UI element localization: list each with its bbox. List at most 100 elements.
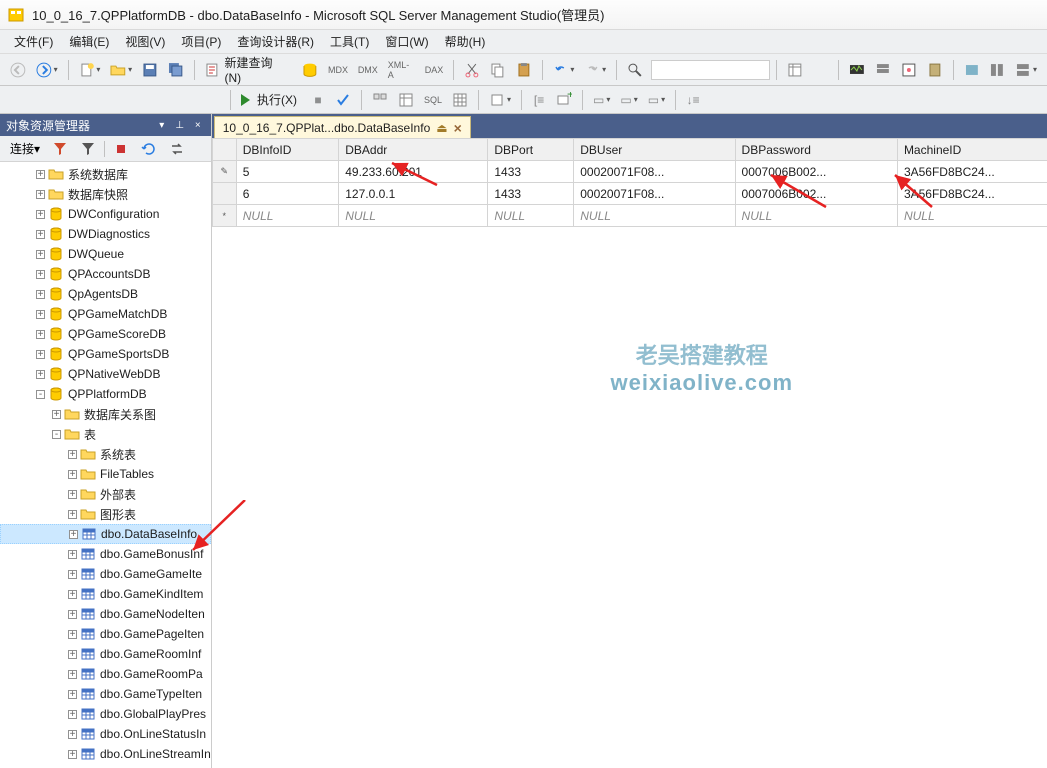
tree-expander-icon[interactable]: + xyxy=(36,250,45,259)
menu-project[interactable]: 项目(P) xyxy=(173,31,229,52)
table-row[interactable]: 6127.0.0.1143300020071F08...0007006B002.… xyxy=(212,183,1047,205)
column-header[interactable]: DBInfoID xyxy=(236,139,338,161)
tree-node[interactable]: +DWDiagnostics xyxy=(0,224,211,244)
parse-button[interactable]: ■ xyxy=(307,89,329,111)
group-by-button[interactable]: [≡ xyxy=(528,89,550,111)
tree-expander-icon[interactable]: + xyxy=(68,690,77,699)
redo-button[interactable]: ▾ xyxy=(580,59,610,81)
stop-icon[interactable] xyxy=(109,139,133,159)
tree-node[interactable]: +dbo.OnLineStreamIn xyxy=(0,744,211,764)
tree-node[interactable]: +dbo.GameKindItem xyxy=(0,584,211,604)
tree-expander-icon[interactable]: - xyxy=(52,430,61,439)
column-header[interactable]: MachineID xyxy=(897,139,1047,161)
sort-asc-button[interactable]: ↓≡ xyxy=(682,89,704,111)
tdrop3-button[interactable]: ▭▾ xyxy=(644,89,669,111)
tree-expander-icon[interactable]: + xyxy=(36,170,45,179)
execute-button[interactable]: 执行(X) xyxy=(233,89,305,111)
cell[interactable]: 0007006B002... xyxy=(735,161,897,183)
tree-node[interactable]: +dbo.GameNodeIten xyxy=(0,604,211,624)
tdrop1-button[interactable]: ▭▾ xyxy=(589,89,614,111)
tree-expander-icon[interactable]: + xyxy=(36,270,45,279)
tree-node[interactable]: +QPGameSportsDB xyxy=(0,344,211,364)
tree-node[interactable]: +dbo.GameGameIte xyxy=(0,564,211,584)
cell[interactable]: 0007006B002... xyxy=(735,183,897,205)
tree-node[interactable]: +dbo.GameTypeIten xyxy=(0,684,211,704)
row-selector[interactable]: * xyxy=(212,205,236,227)
cell[interactable]: 00020071F08... xyxy=(574,161,735,183)
filter2-icon[interactable] xyxy=(76,139,100,159)
tree-node[interactable]: +QPNativeWebDB xyxy=(0,364,211,384)
tree-node[interactable]: +图形表 xyxy=(0,504,211,524)
tab-close-icon[interactable]: × xyxy=(454,120,462,136)
tree-node[interactable]: +dbo.OnLineStatusIn xyxy=(0,724,211,744)
tree-expander-icon[interactable]: + xyxy=(68,490,77,499)
tree-expander-icon[interactable]: + xyxy=(68,750,77,759)
menu-window[interactable]: 窗口(W) xyxy=(377,31,436,52)
tree-node[interactable]: +系统表 xyxy=(0,444,211,464)
tree-node[interactable]: +dbo.GameBonusInf xyxy=(0,544,211,564)
tree-node[interactable]: +dbo.GameRoomPa xyxy=(0,664,211,684)
change-type-button[interactable]: ▾ xyxy=(485,89,515,111)
cell-null[interactable]: NULL xyxy=(574,205,735,227)
tree-node[interactable]: +DWQueue xyxy=(0,244,211,264)
cell-null[interactable]: NULL xyxy=(236,205,338,227)
tree-node[interactable]: +QPGameMatchDB xyxy=(0,304,211,324)
paste-button[interactable] xyxy=(512,59,536,81)
cell[interactable]: 49.233.60.201 xyxy=(339,161,488,183)
cell-null[interactable]: NULL xyxy=(339,205,488,227)
tab-databaseinfo[interactable]: 10_0_16_7.QPPlat...dbo.DataBaseInfo ⏏ × xyxy=(214,116,471,138)
column-header[interactable]: DBPassword xyxy=(735,139,897,161)
row-selector[interactable]: ✎ xyxy=(212,161,236,183)
cut-button[interactable] xyxy=(460,59,484,81)
tree-expander-icon[interactable]: + xyxy=(68,730,77,739)
tool-a-button[interactable] xyxy=(960,59,984,81)
mdx-button[interactable]: MDX xyxy=(324,59,352,81)
filter-icon[interactable] xyxy=(48,139,72,159)
row-selector[interactable] xyxy=(212,183,236,205)
tree-expander-icon[interactable]: + xyxy=(68,470,77,479)
criteria-pane-button[interactable] xyxy=(394,89,418,111)
db-query-button[interactable] xyxy=(298,59,322,81)
tree-node[interactable]: +系统数据库 xyxy=(0,164,211,184)
tree-node[interactable]: +QpAgentsDB xyxy=(0,284,211,304)
panel-dropdown-icon[interactable]: ▾ xyxy=(155,118,169,132)
tree-expander-icon[interactable]: + xyxy=(52,410,61,419)
tree-node[interactable]: +数据库关系图 xyxy=(0,404,211,424)
tree-expander-icon[interactable]: + xyxy=(68,650,77,659)
cell[interactable]: 3A56FD8BC24... xyxy=(897,183,1047,205)
tdrop2-button[interactable]: ▭▾ xyxy=(616,89,641,111)
solution-explorer-button[interactable] xyxy=(897,59,921,81)
tree-node[interactable]: +外部表 xyxy=(0,484,211,504)
tree-node[interactable]: +QPGameScoreDB xyxy=(0,324,211,344)
undo-button[interactable]: ▾ xyxy=(549,59,579,81)
cell[interactable]: 3A56FD8BC24... xyxy=(897,161,1047,183)
menu-edit[interactable]: 编辑(E) xyxy=(61,31,117,52)
cell[interactable]: 6 xyxy=(236,183,338,205)
cell-null[interactable]: NULL xyxy=(488,205,574,227)
menu-tools[interactable]: 工具(T) xyxy=(322,31,377,52)
tree-expander-icon[interactable]: + xyxy=(68,590,77,599)
tree-expander-icon[interactable]: + xyxy=(36,290,45,299)
tree-expander-icon[interactable]: + xyxy=(68,610,77,619)
tree-node[interactable]: +数据库快照 xyxy=(0,184,211,204)
menu-file[interactable]: 文件(F) xyxy=(6,31,61,52)
tree-node[interactable]: -QPPlatformDB xyxy=(0,384,211,404)
cell-null[interactable]: NULL xyxy=(735,205,897,227)
tree-expander-icon[interactable]: + xyxy=(36,230,45,239)
panel-pin-icon[interactable]: ⊥ xyxy=(173,118,187,132)
refresh-icon[interactable] xyxy=(137,139,161,159)
column-header[interactable]: DBAddr xyxy=(339,139,488,161)
tree-node[interactable]: +FileTables xyxy=(0,464,211,484)
tool-c-button[interactable]: ▾ xyxy=(1011,59,1041,81)
diagram-pane-button[interactable] xyxy=(368,89,392,111)
tree-expander-icon[interactable]: + xyxy=(36,190,45,199)
tree-expander-icon[interactable]: + xyxy=(36,370,45,379)
save-all-button[interactable] xyxy=(164,59,188,81)
cell[interactable]: 5 xyxy=(236,161,338,183)
tree-expander-icon[interactable]: + xyxy=(68,570,77,579)
tree-expander-icon[interactable]: + xyxy=(36,310,45,319)
new-query-button[interactable]: 新建查询(N) xyxy=(201,59,297,81)
menu-query-designer[interactable]: 查询设计器(R) xyxy=(229,31,322,52)
column-header[interactable]: DBUser xyxy=(574,139,735,161)
tab-pin-icon[interactable]: ⏏ xyxy=(436,121,447,135)
